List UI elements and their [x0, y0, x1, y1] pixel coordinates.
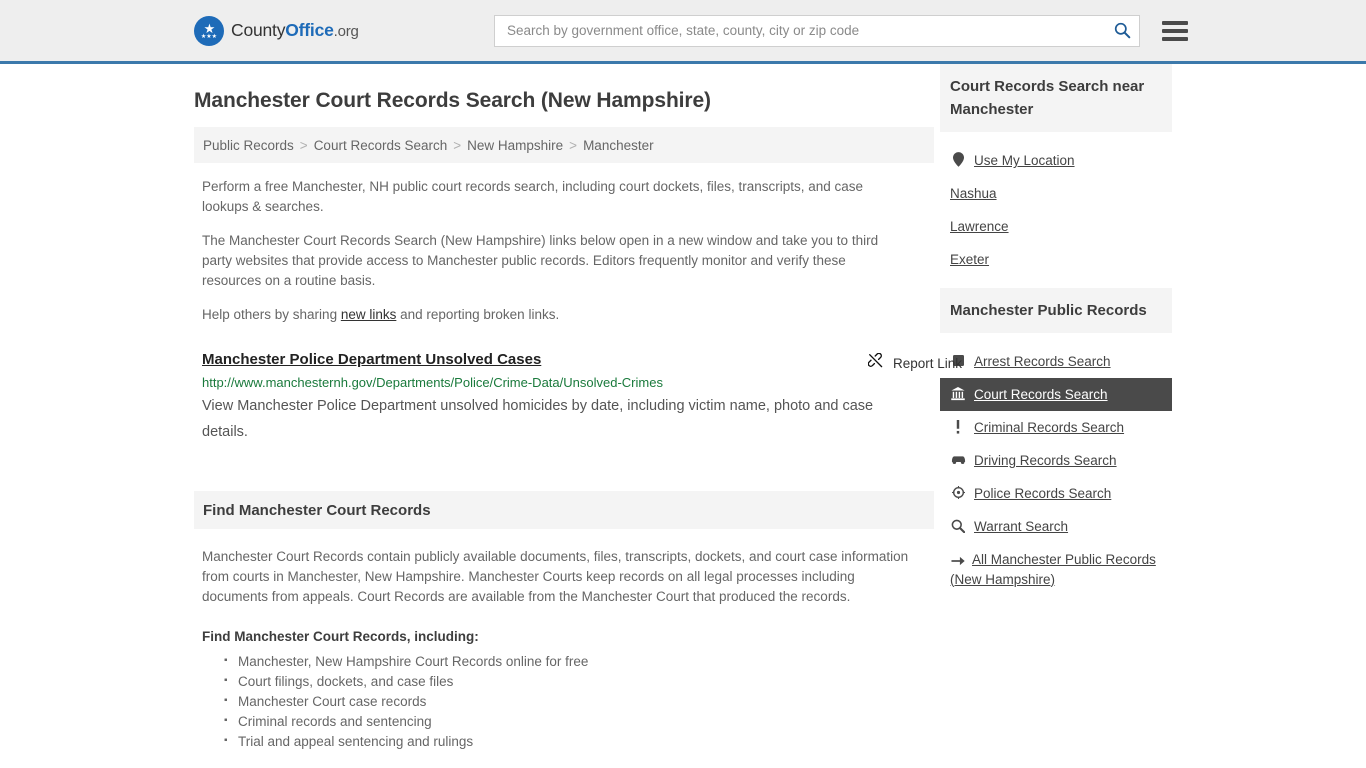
help-text-after: and reporting broken links.	[396, 307, 560, 322]
list-item: Court filings, dockets, and case files	[224, 671, 934, 692]
breadcrumb-item-court-records-search[interactable]: Court Records Search	[314, 138, 448, 153]
sidebar-item-warrant-search[interactable]: Warrant Search	[940, 510, 1172, 543]
sidebar-item-label: Lawrence	[950, 219, 1009, 234]
result-entry: Manchester Police Department Unsolved Ca…	[202, 351, 962, 445]
arrow-right-icon	[950, 553, 966, 570]
hamburger-bar	[1162, 20, 1188, 25]
police-badge-icon	[950, 484, 966, 501]
logo-text-office: Office	[285, 20, 334, 40]
list-item: Manchester Court case records	[224, 691, 934, 712]
sidebar: Court Records Search near Manchester Use…	[940, 64, 1172, 752]
sidebar-item-lawrence[interactable]: Lawrence	[940, 210, 1172, 243]
sidebar-item-court-records-search[interactable]: Court Records Search	[940, 378, 1172, 411]
result-title-link[interactable]: Manchester Police Department Unsolved Ca…	[202, 351, 541, 368]
result-url[interactable]: http://www.manchesternh.gov/Departments/…	[202, 375, 934, 390]
sidebar-item-label: Exeter	[950, 252, 990, 267]
sidebar-item-label: All Manchester Public Records (New Hamps…	[950, 552, 1156, 587]
sidebar-item-label: Criminal Records Search	[974, 420, 1125, 435]
sidebar-item-exeter[interactable]: Exeter	[940, 243, 1172, 276]
result-description: View Manchester Police Department unsolv…	[202, 398, 874, 440]
report-link-label: Report Link	[892, 355, 962, 371]
sidebar-item-label: Driving Records Search	[974, 453, 1117, 468]
report-link-button[interactable]: Report Link	[867, 352, 962, 373]
sidebar-item-label: Nashua	[950, 186, 997, 201]
sidebar-item-label: Police Records Search	[974, 486, 1112, 501]
list-item: Manchester, New Hampshire Court Records …	[224, 651, 934, 672]
sidebar-nearby-box: Court Records Search near Manchester Use…	[940, 64, 1172, 282]
sidebar-item-police-records-search[interactable]: Police Records Search	[940, 477, 1172, 510]
help-text-before: Help others by sharing	[202, 307, 341, 322]
sidebar-item-label: Court Records Search	[974, 387, 1108, 402]
sidebar-public-records-list: Arrest Records Search Court Records Sear…	[940, 333, 1172, 602]
hamburger-bar	[1162, 28, 1188, 33]
hamburger-bar	[1162, 36, 1188, 41]
search-box[interactable]	[494, 14, 1140, 47]
intro-paragraph-1: Perform a free Manchester, NH public cou…	[202, 179, 864, 214]
site-header: ★ ★★★ CountyOffice.org	[0, 0, 1366, 64]
breadcrumb-separator: >	[453, 137, 462, 153]
sidebar-public-records-box: Manchester Public Records Arrest Records…	[940, 288, 1172, 602]
logo-wordmark: CountyOffice.org	[231, 20, 359, 41]
list-item: Trial and appeal sentencing and rulings	[224, 731, 934, 752]
sidebar-item-arrest-records-search[interactable]: Arrest Records Search	[940, 345, 1172, 378]
help-share-paragraph: Help others by sharing new links and rep…	[202, 305, 902, 325]
sidebar-nearby-heading: Court Records Search near Manchester	[940, 64, 1172, 132]
hamburger-menu-icon[interactable]	[1162, 20, 1188, 41]
main-content: Manchester Court Records Search (New Ham…	[194, 64, 962, 752]
find-records-section-heading: Find Manchester Court Records	[194, 491, 934, 529]
list-item: Criminal records and sentencing	[224, 711, 934, 732]
site-logo[interactable]: ★ ★★★ CountyOffice.org	[194, 15, 359, 46]
map-pin-icon	[950, 151, 966, 168]
sidebar-item-label: Arrest Records Search	[974, 354, 1111, 369]
page-title: Manchester Court Records Search (New Ham…	[194, 89, 711, 112]
header-search-group	[494, 14, 1188, 47]
breadcrumb-item-new-hampshire[interactable]: New Hampshire	[467, 138, 563, 153]
exclamation-icon	[950, 418, 966, 435]
sidebar-public-records-heading: Manchester Public Records	[940, 288, 1172, 333]
sidebar-nearby-list: Use My Location Nashua Lawrence Exeter	[940, 132, 1172, 282]
sidebar-item-label: Use My Location	[974, 153, 1075, 168]
courthouse-icon	[950, 385, 966, 402]
eagle-seal-icon: ★ ★★★	[194, 15, 224, 46]
search-icon[interactable]	[1113, 22, 1131, 40]
intro-paragraph-2: The Manchester Court Records Search (New…	[202, 233, 879, 288]
breadcrumb-item-public-records[interactable]: Public Records	[203, 138, 294, 153]
search-input[interactable]	[505, 22, 1113, 39]
sidebar-item-use-my-location[interactable]: Use My Location	[940, 144, 1172, 177]
find-records-list-heading: Find Manchester Court Records, including…	[202, 629, 479, 644]
find-records-body: Manchester Court Records contain publicl…	[202, 549, 909, 604]
sidebar-item-driving-records-search[interactable]: Driving Records Search	[940, 444, 1172, 477]
find-records-list: Manchester, New Hampshire Court Records …	[202, 651, 934, 752]
logo-text-county: County	[231, 20, 286, 40]
new-links-link[interactable]: new links	[341, 307, 397, 322]
breadcrumb-separator: >	[569, 137, 578, 153]
logo-text-org: .org	[333, 23, 359, 40]
sidebar-item-nashua[interactable]: Nashua	[940, 177, 1172, 210]
sidebar-item-label: Warrant Search	[974, 519, 1069, 534]
page-container: Manchester Court Records Search (New Ham…	[0, 64, 1366, 752]
car-icon	[950, 451, 966, 468]
sidebar-item-criminal-records-search[interactable]: Criminal Records Search	[940, 411, 1172, 444]
breadcrumb-item-manchester: Manchester	[583, 137, 654, 153]
magnifier-icon	[950, 517, 966, 534]
broken-link-icon	[867, 352, 885, 373]
breadcrumb-separator: >	[299, 137, 308, 153]
breadcrumb: Public Records > Court Records Search > …	[194, 127, 934, 163]
sidebar-item-all-manchester-public-records[interactable]: All Manchester Public Records (New Hamps…	[940, 543, 1172, 596]
